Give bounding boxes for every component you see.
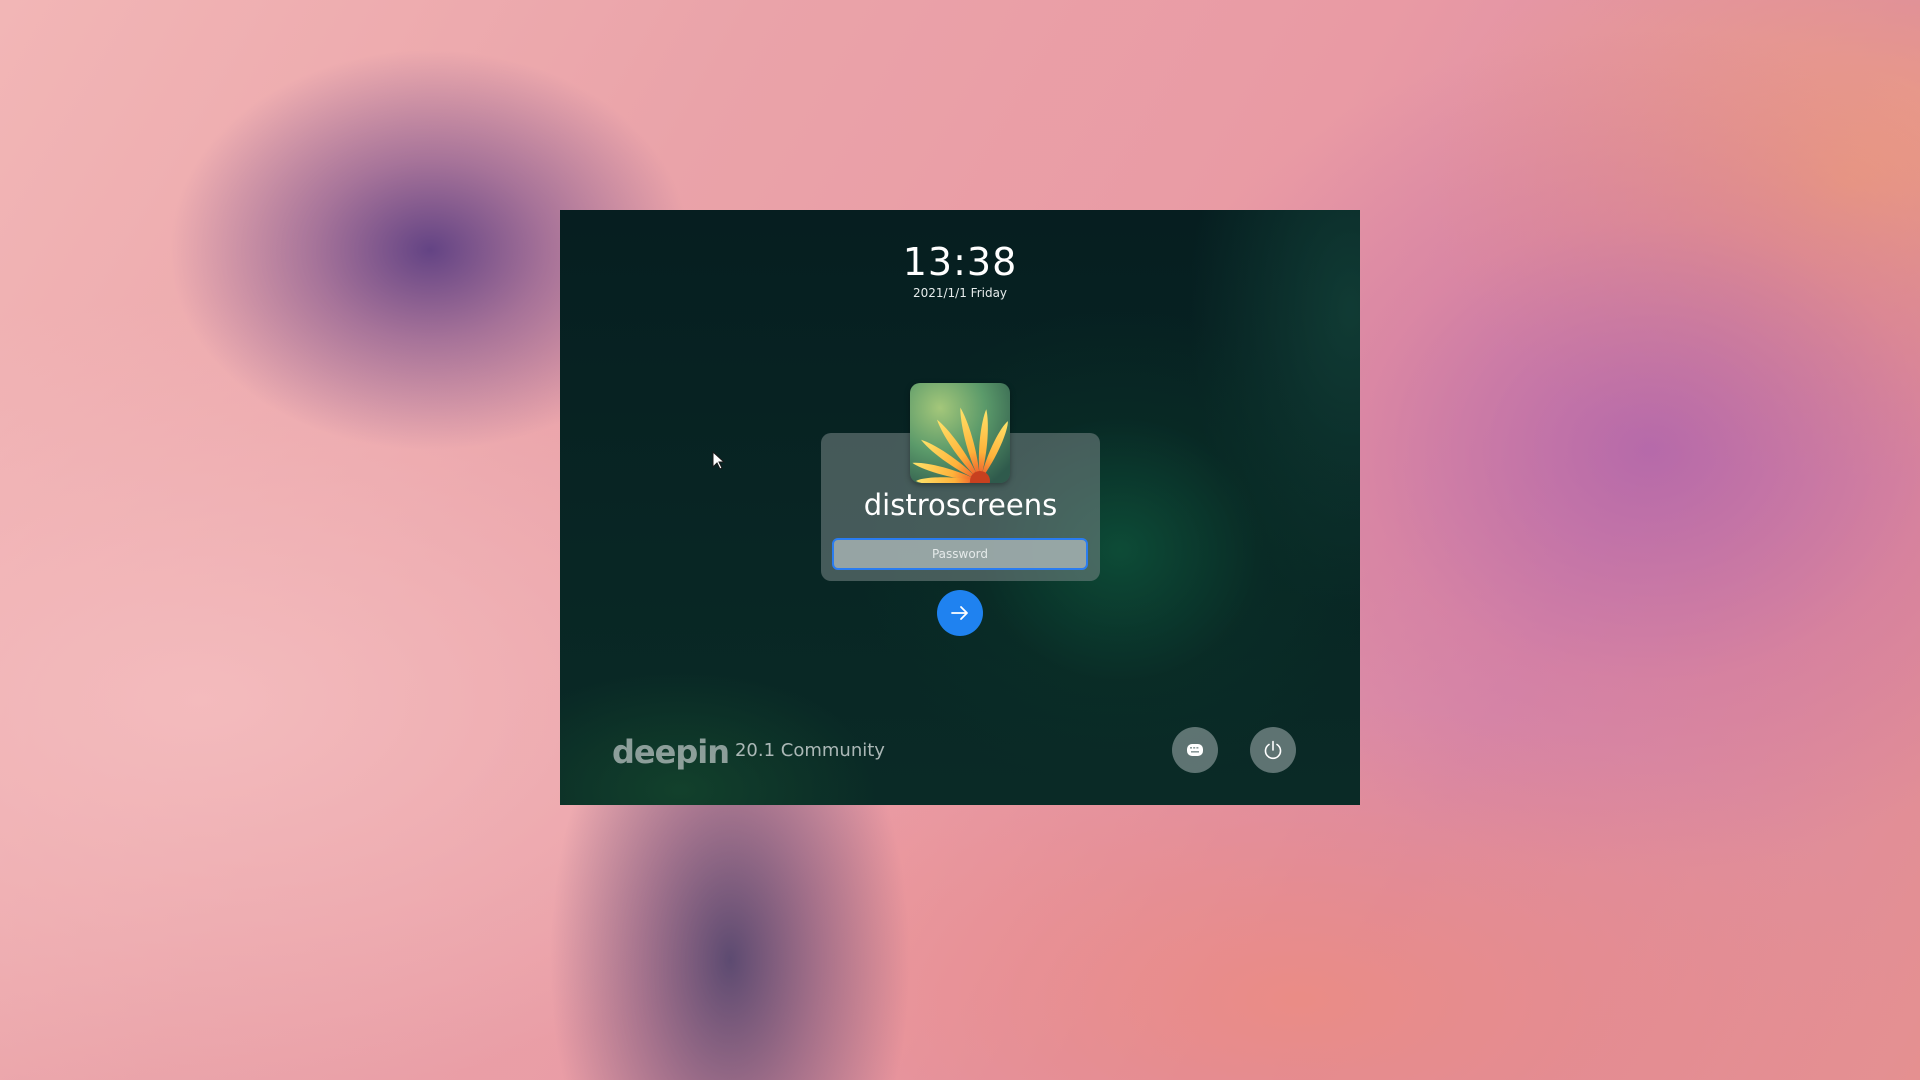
username: distroscreens — [863, 488, 1058, 522]
power-icon — [1264, 740, 1282, 760]
lock-screen: 13:38 2021/1/1 Friday distroscreens deep… — [560, 210, 1360, 805]
keyboard-icon — [1187, 744, 1203, 756]
mouse-pointer-icon — [712, 451, 726, 470]
os-branding: deepin 20.1 Community — [612, 732, 885, 772]
clock-time: 13:38 — [902, 240, 1018, 284]
password-input[interactable] — [832, 538, 1088, 570]
user-avatar[interactable] — [910, 383, 1010, 483]
os-version: 20.1 Community — [734, 739, 885, 761]
flower-avatar-icon — [910, 383, 1010, 483]
clock-date: 2021/1/1 Friday — [912, 286, 1008, 300]
keyboard-layout-button[interactable] — [1172, 727, 1218, 773]
power-button[interactable] — [1250, 727, 1296, 773]
desktop-wallpaper: 13:38 2021/1/1 Friday distroscreens deep… — [0, 0, 1920, 1080]
deepin-logo: deepin — [612, 733, 730, 771]
arrow-right-icon — [951, 606, 968, 620]
login-submit-button[interactable] — [937, 590, 983, 636]
